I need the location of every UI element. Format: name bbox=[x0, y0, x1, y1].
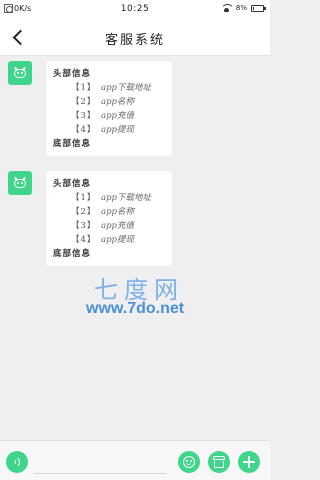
emoji-button[interactable] bbox=[178, 451, 200, 473]
bot-avatar bbox=[8, 61, 32, 85]
menu-option[interactable]: 【1】 app下载地址 bbox=[53, 191, 165, 205]
voice-button[interactable] bbox=[6, 451, 28, 473]
chat-area[interactable]: 头部信息 【1】 app下载地址 【2】 app名称 【3】 app充值 【4】 app… bbox=[0, 56, 270, 440]
battery-icon bbox=[251, 4, 266, 12]
watermark: 七度网 www.7do.net bbox=[86, 270, 216, 326]
battery-percent: 8% bbox=[235, 4, 247, 12]
battery-fill bbox=[253, 6, 254, 10]
option-label[interactable]: app下载地址 bbox=[101, 81, 151, 95]
menu-option[interactable]: 【4】 app提现 bbox=[53, 233, 165, 247]
watermark-title: 七度网 bbox=[94, 276, 184, 304]
app-header: 客服系统 bbox=[0, 18, 270, 56]
menu-option[interactable]: 【3】 app充值 bbox=[53, 219, 165, 233]
menu-option[interactable]: 【2】 app名称 bbox=[53, 95, 165, 109]
option-number: 【3】 bbox=[71, 111, 97, 121]
voice-wave-icon bbox=[11, 455, 25, 469]
menu-option[interactable]: 【1】 app下载地址 bbox=[53, 81, 165, 95]
option-label[interactable]: app充值 bbox=[101, 109, 134, 123]
more-button[interactable] bbox=[238, 451, 260, 473]
wifi-icon bbox=[220, 4, 232, 12]
menu-option[interactable]: 【2】 app名称 bbox=[53, 205, 165, 219]
option-number: 【1】 bbox=[71, 193, 97, 203]
page-title: 客服系统 bbox=[104, 33, 165, 48]
watermark-url: www.7do.net bbox=[86, 300, 185, 317]
message-header: 头部信息 bbox=[53, 69, 92, 79]
message-bubble: 头部信息 【1】 app下载地址 【2】 app名称 【3】 app充值 【4】 app… bbox=[46, 61, 172, 156]
option-number: 【4】 bbox=[71, 235, 97, 245]
option-number: 【2】 bbox=[71, 97, 97, 107]
option-number: 【1】 bbox=[71, 83, 97, 93]
plus-icon bbox=[243, 456, 255, 468]
option-label[interactable]: app下载地址 bbox=[101, 191, 151, 205]
option-number: 【3】 bbox=[71, 221, 97, 231]
status-indicators: 8% bbox=[220, 4, 266, 12]
option-label[interactable]: app名称 bbox=[101, 205, 134, 219]
menu-option[interactable]: 【3】 app充值 bbox=[53, 109, 165, 123]
bot-avatar bbox=[8, 171, 32, 195]
message-input[interactable] bbox=[34, 450, 166, 474]
option-label[interactable]: app提现 bbox=[101, 233, 134, 247]
option-label[interactable]: app名称 bbox=[101, 95, 134, 109]
message-footer: 底部信息 bbox=[53, 139, 92, 149]
composer-bar bbox=[0, 440, 270, 480]
message-header: 头部信息 bbox=[53, 179, 92, 189]
robot-icon bbox=[13, 66, 27, 78]
shop-button[interactable] bbox=[208, 451, 230, 473]
emoji-icon bbox=[183, 456, 195, 468]
option-label[interactable]: app提现 bbox=[101, 123, 134, 137]
option-number: 【4】 bbox=[71, 125, 97, 135]
shop-icon bbox=[213, 456, 225, 468]
status-bar: 0K/s 10:25 8% bbox=[0, 0, 270, 18]
menu-option[interactable]: 【4】 app提现 bbox=[53, 123, 165, 137]
option-number: 【2】 bbox=[71, 207, 97, 217]
robot-icon bbox=[13, 176, 27, 188]
message-bubble: 头部信息 【1】 app下载地址 【2】 app名称 【3】 app充值 【4】 app… bbox=[46, 171, 172, 266]
message-footer: 底部信息 bbox=[53, 249, 92, 259]
option-label[interactable]: app充值 bbox=[101, 219, 134, 233]
